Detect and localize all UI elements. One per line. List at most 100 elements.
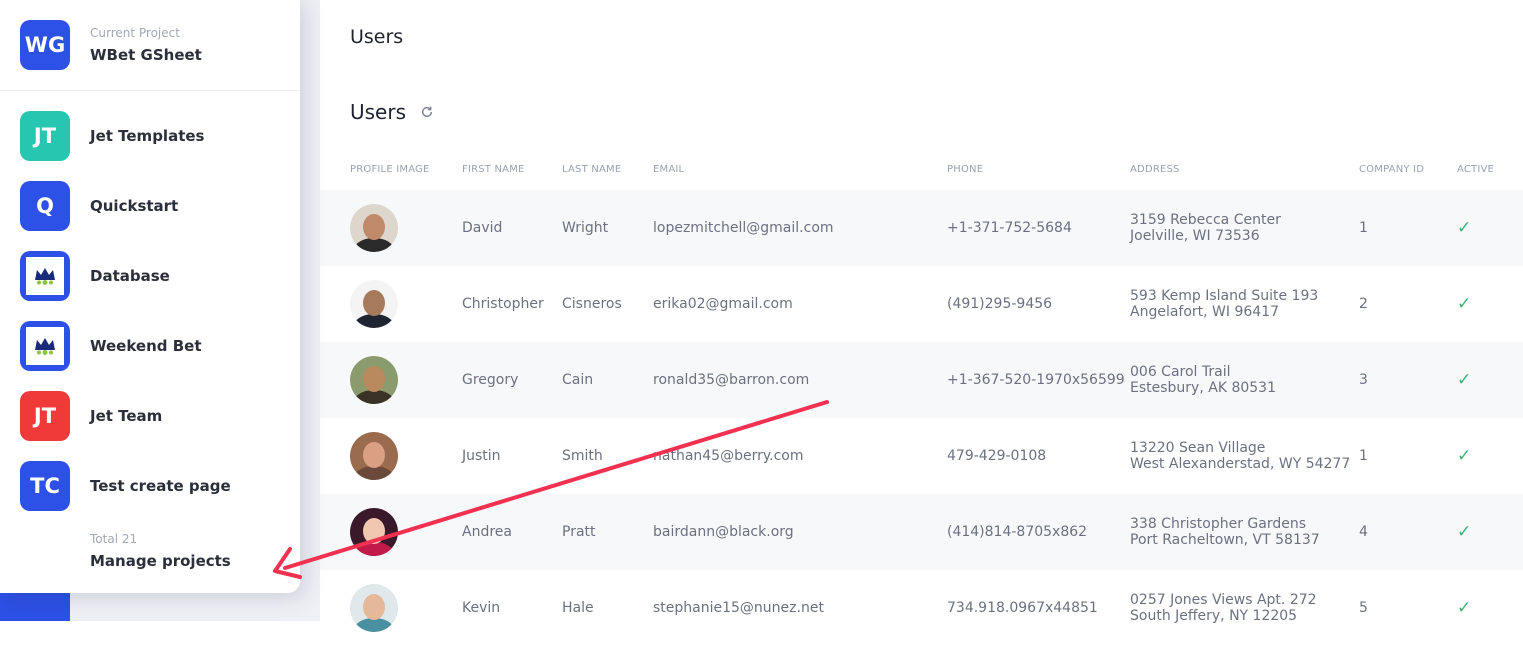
project-item[interactable]: TC Test create page: [0, 461, 300, 531]
address-cell: 593 Kemp Island Suite 193 Angelafort, WI …: [1130, 266, 1318, 342]
table-row[interactable]: Gregory Cain ronald35@barron.com +1-367-520…: [320, 342, 1523, 418]
active-check-icon: ✓: [1457, 370, 1472, 390]
phone-cell: 734.918.0967x44851: [947, 600, 1098, 616]
address-cell: 006 Carol Trail Estesbury, AK 80531: [1130, 342, 1276, 418]
last-cell: Smith: [562, 448, 603, 464]
main-content: Users Users PROFILE IMAGE FIRST NAME LAS…: [320, 0, 1523, 632]
column-header[interactable]: EMAIL: [653, 164, 684, 175]
manage-projects-link[interactable]: Manage projects: [90, 552, 231, 570]
project-item[interactable]: Q Quickstart: [0, 181, 300, 251]
project-name: Quickstart: [90, 197, 179, 215]
first-cell: David: [462, 220, 503, 236]
profile-image: [350, 432, 398, 480]
last-cell: Cisneros: [562, 296, 622, 312]
profile-image: [350, 280, 398, 328]
address-line: Port Racheltown, VT 58137: [1130, 532, 1320, 548]
project-name: Test create page: [90, 477, 231, 495]
last-cell: Pratt: [562, 524, 596, 540]
users-table-header: PROFILE IMAGE FIRST NAME LAST NAME EMAIL…: [320, 162, 1523, 180]
table-row[interactable]: Kevin Hale stephanie15@nunez.net 734.918.09…: [320, 570, 1523, 646]
active-check-icon: ✓: [1457, 522, 1472, 542]
address-line: 338 Christopher Gardens: [1130, 516, 1306, 532]
address-line: South Jeffery, NY 12205: [1130, 608, 1298, 624]
page-title: Users: [350, 26, 404, 48]
project-switcher-panel: WG Current Project WBet GSheet JT Jet Tem…: [0, 0, 300, 593]
current-project[interactable]: WG Current Project WBet GSheet: [0, 0, 300, 91]
project-name: Jet Team: [90, 407, 163, 425]
email-cell: stephanie15@nunez.net: [653, 600, 824, 616]
section-title: Users: [350, 100, 407, 124]
column-header[interactable]: LAST NAME: [562, 164, 621, 175]
column-header[interactable]: PHONE: [947, 164, 983, 175]
project-avatar: TC: [20, 461, 70, 511]
phone-cell: (414)814-8705x862: [947, 524, 1088, 540]
profile-image: [350, 356, 398, 404]
email-cell: ronald35@barron.com: [653, 372, 810, 388]
project-name: Weekend Bet: [90, 337, 202, 355]
active-check-icon: ✓: [1457, 218, 1472, 238]
first-cell: Andrea: [462, 524, 512, 540]
email-cell: erika02@gmail.com: [653, 296, 793, 312]
last-cell: Hale: [562, 600, 594, 616]
projects-total: Total 21: [90, 532, 138, 546]
project-item[interactable]: Database: [0, 251, 300, 321]
table-row[interactable]: Christopher Cisneros erika02@gmail.com (491…: [320, 266, 1523, 342]
company-cell: 2: [1359, 296, 1368, 312]
column-header[interactable]: ADDRESS: [1130, 164, 1180, 175]
address-line: 006 Carol Trail: [1130, 364, 1231, 380]
column-header[interactable]: PROFILE IMAGE: [350, 164, 430, 175]
company-cell: 1: [1359, 220, 1368, 236]
table-row[interactable]: Justin Smith nathan45@berry.com 479-429-010…: [320, 418, 1523, 494]
address-line: West Alexanderstad, WY 54277: [1130, 456, 1351, 472]
email-cell: bairdann@black.org: [653, 524, 794, 540]
table-row[interactable]: David Wright lopezmitchell@gmail.com +1-371…: [320, 190, 1523, 266]
company-cell: 5: [1359, 600, 1368, 616]
current-project-name: WBet GSheet: [90, 46, 202, 64]
project-name: Jet Templates: [90, 127, 205, 145]
column-header[interactable]: COMPANY ID: [1359, 164, 1424, 175]
project-item[interactable]: Weekend Bet: [0, 321, 300, 391]
address-line: Joelville, WI 73536: [1130, 228, 1260, 244]
profile-image: [350, 584, 398, 632]
project-avatar: JT: [20, 111, 70, 161]
first-cell: Christopher: [462, 296, 544, 312]
company-cell: 4: [1359, 524, 1368, 540]
refresh-icon[interactable]: [420, 105, 434, 119]
first-cell: Kevin: [462, 600, 501, 616]
first-cell: Justin: [462, 448, 501, 464]
table-row[interactable]: Andrea Pratt bairdann@black.org (414)814-87…: [320, 494, 1523, 570]
project-item[interactable]: JT Jet Team: [0, 391, 300, 461]
profile-image: [350, 204, 398, 252]
project-avatar: Q: [20, 181, 70, 231]
last-cell: Wright: [562, 220, 609, 236]
active-check-icon: ✓: [1457, 294, 1472, 314]
current-project-caption: Current Project: [90, 26, 180, 40]
address-line: Estesbury, AK 80531: [1130, 380, 1276, 396]
address-cell: 3159 Rebecca Center Joelville, WI 73536: [1130, 190, 1281, 266]
last-cell: Cain: [562, 372, 594, 388]
project-name: Database: [90, 267, 170, 285]
address-line: Angelafort, WI 96417: [1130, 304, 1280, 320]
project-avatar: JT: [20, 391, 70, 441]
address-line: 3159 Rebecca Center: [1130, 212, 1281, 228]
phone-cell: +1-371-752-5684: [947, 220, 1072, 236]
company-cell: 3: [1359, 372, 1368, 388]
active-check-icon: ✓: [1457, 598, 1472, 618]
column-header[interactable]: FIRST NAME: [462, 164, 525, 175]
active-check-icon: ✓: [1457, 446, 1472, 466]
crown-logo-icon: [20, 251, 70, 301]
phone-cell: +1-367-520-1970x56599: [947, 372, 1125, 388]
address-cell: 0257 Jones Views Apt. 272 South Jeffery, …: [1130, 570, 1317, 646]
first-cell: Gregory: [462, 372, 519, 388]
project-item[interactable]: JT Jet Templates: [0, 111, 300, 181]
current-project-avatar: WG: [20, 20, 70, 70]
company-cell: 1: [1359, 448, 1368, 464]
address-cell: 13220 Sean Village West Alexanderstad, WY…: [1130, 418, 1350, 494]
section-header: Users: [350, 100, 434, 124]
column-header[interactable]: ACTIVE: [1457, 164, 1494, 175]
profile-image: [350, 508, 398, 556]
address-line: 0257 Jones Views Apt. 272: [1130, 592, 1317, 608]
phone-cell: 479-429-0108: [947, 448, 1047, 464]
email-cell: lopezmitchell@gmail.com: [653, 220, 834, 236]
crown-logo-icon: [20, 321, 70, 371]
